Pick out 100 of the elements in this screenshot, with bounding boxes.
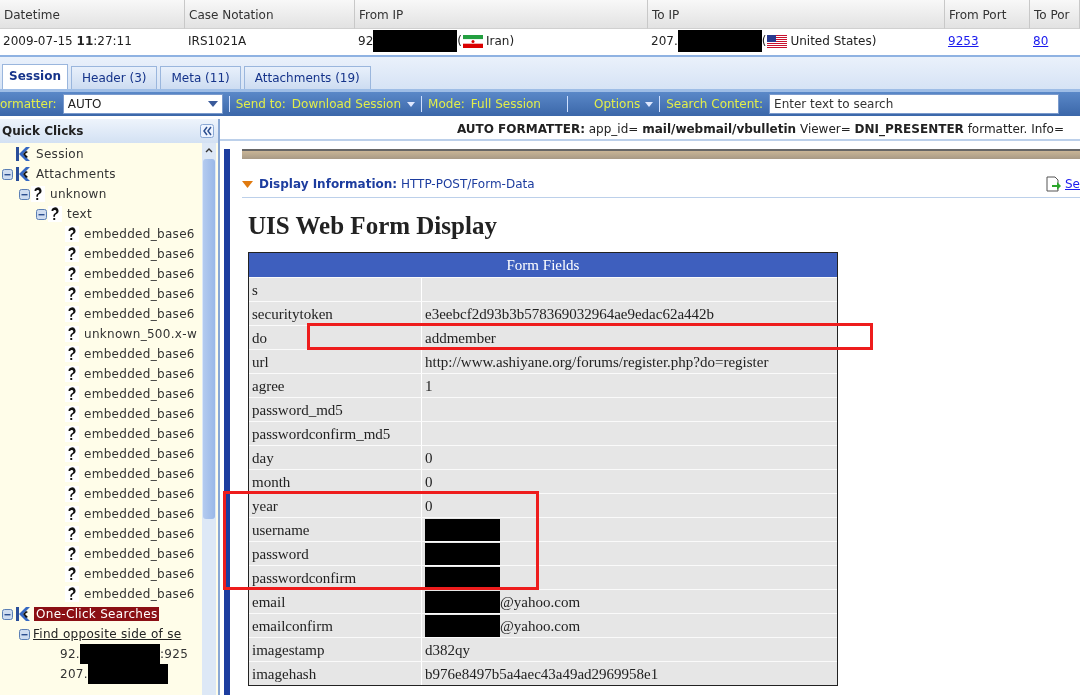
question-mark-icon [48, 206, 62, 222]
side-link[interactable]: Se [1065, 177, 1080, 191]
collapse-icon[interactable] [18, 628, 30, 640]
field-name: year [252, 496, 278, 516]
field-value: @yahoo.com [500, 616, 581, 636]
question-mark-icon [65, 526, 79, 542]
field-value: e3eebcf2d93b3b578369032964ae9edac62a442b [425, 304, 715, 324]
tree-item[interactable]: unknown [48, 187, 109, 201]
field-value: addmember [425, 328, 496, 348]
panel-title: Quick Clicks [2, 124, 84, 138]
toolbar-label: Search Content: [666, 97, 764, 111]
question-mark-icon [65, 386, 79, 402]
collapse-icon[interactable] [1, 168, 13, 180]
collapse-panel-icon[interactable] [200, 124, 214, 138]
collapse-icon[interactable] [1, 608, 13, 620]
field-name: do [252, 328, 267, 348]
tree-item[interactable]: text [65, 207, 94, 221]
toolbar-label: Mode: [428, 97, 465, 111]
question-mark-icon [65, 346, 79, 362]
field-name: password [252, 544, 309, 564]
toolbar-label: ormatter: [0, 97, 57, 111]
caret-icon [207, 101, 218, 107]
column-header[interactable]: From Port [945, 0, 1030, 29]
question-mark-icon [65, 406, 79, 422]
ip-prefix[interactable]: 92. [48, 647, 80, 661]
tree-item[interactable]: embedded_base6 [82, 387, 197, 401]
mode-value[interactable]: Full Session [470, 97, 541, 111]
column-header[interactable]: Datetime [0, 0, 185, 29]
triangle-down-icon[interactable] [242, 180, 253, 188]
send-to-menu[interactable]: Download Session [291, 97, 416, 111]
country-name: United States) [790, 33, 877, 50]
column-header[interactable]: To Por [1030, 0, 1080, 29]
tree-item[interactable]: embedded_base6 [82, 527, 197, 541]
question-mark-icon [65, 266, 79, 282]
field-name: imagehash [252, 664, 317, 684]
field-name: email [252, 592, 286, 612]
tree-item[interactable]: embedded_base6 [82, 307, 197, 321]
ip-prefix[interactable]: 207. [48, 667, 88, 681]
tree-item[interactable]: embedded_base6 [82, 347, 197, 361]
tree-item[interactable]: embedded_base6 [82, 507, 197, 521]
search-field[interactable]: Enter text to search [769, 94, 1060, 114]
search-link[interactable]: Find opposite side of se [31, 627, 184, 641]
k-icon [14, 166, 32, 182]
tree-item[interactable]: embedded_base6 [82, 427, 197, 441]
tree-item[interactable]: embedded_base6 [82, 267, 197, 281]
options-menu[interactable]: Options [593, 97, 654, 111]
question-mark-icon [65, 286, 79, 302]
collapse-icon[interactable] [35, 208, 47, 220]
column-header[interactable]: Case Notation [185, 0, 355, 29]
tree-item[interactable]: embedded_base6 [82, 407, 197, 421]
tree-item[interactable]: Attachments [34, 167, 118, 181]
tree-item[interactable]: embedded_base6 [82, 447, 197, 461]
field-value: b976e8497b5a4aec43a49ad2969958e1 [425, 664, 659, 684]
tree-item[interactable]: embedded_base6 [82, 287, 197, 301]
field-value: 0 [425, 448, 433, 468]
formatter-dropdown[interactable]: AUTO [62, 94, 223, 114]
export-icon[interactable] [1045, 176, 1061, 192]
tree-item[interactable]: embedded_base6 [82, 487, 197, 501]
field-value: 1 [425, 376, 433, 396]
tree-item[interactable]: embedded_base6 [82, 247, 197, 261]
tab[interactable]: Session [2, 64, 68, 89]
column-header[interactable]: To IP [648, 0, 945, 29]
tree-item[interactable]: embedded_base6 [82, 227, 197, 241]
port-link[interactable]: 9253 [948, 29, 979, 53]
toolbar-label: Send to: [235, 97, 286, 111]
question-mark-icon [65, 246, 79, 262]
paren: ( [761, 33, 767, 50]
table-cell-text: 2009-07-15 11:27:11 [3, 33, 132, 50]
question-mark-icon [65, 446, 79, 462]
tree-item[interactable]: embedded_base6 [82, 587, 197, 601]
tree-item[interactable]: embedded_base6 [82, 367, 197, 381]
tree-item[interactable]: Session [34, 147, 86, 161]
field-name: password_md5 [252, 400, 343, 420]
flag-icon [767, 34, 788, 48]
question-mark-icon [65, 546, 79, 562]
tree-item[interactable]: embedded_base6 [82, 547, 197, 561]
field-value: 0 [425, 472, 433, 492]
field-name: passwordconfirm_md5 [252, 424, 391, 444]
field-name: s [252, 280, 258, 300]
tree-item[interactable]: embedded_base6 [82, 467, 197, 481]
tree-item[interactable]: embedded_base6 [82, 567, 197, 581]
tab[interactable]: Header (3) [70, 66, 158, 89]
tree-item[interactable]: unknown_500.x-w [82, 327, 199, 341]
k-icon [14, 606, 32, 622]
port-link[interactable]: 80 [1033, 29, 1049, 53]
caret-icon [407, 101, 416, 107]
tree-item[interactable]: One-Click Searches [34, 607, 160, 621]
collapse-icon[interactable] [18, 188, 30, 200]
page-heading: UIS Web Form Display [248, 212, 498, 240]
field-value: 0 [425, 496, 433, 516]
tab[interactable]: Attachments (19) [243, 66, 371, 89]
port-suffix: :925 [160, 647, 189, 661]
country-name: Iran) [485, 33, 515, 50]
tab[interactable]: Meta (11) [160, 66, 241, 89]
question-mark-icon [65, 466, 79, 482]
formatter-info: AUTO FORMATTER: app_id= mail/webmail/vbulletin Viewer= DNI_PRESENTER formatter. Info= [456, 122, 1064, 136]
question-mark-icon [65, 426, 79, 442]
column-header[interactable]: From IP [355, 0, 648, 29]
field-name: securitytoken [252, 304, 333, 324]
scrollbar[interactable] [202, 143, 216, 695]
